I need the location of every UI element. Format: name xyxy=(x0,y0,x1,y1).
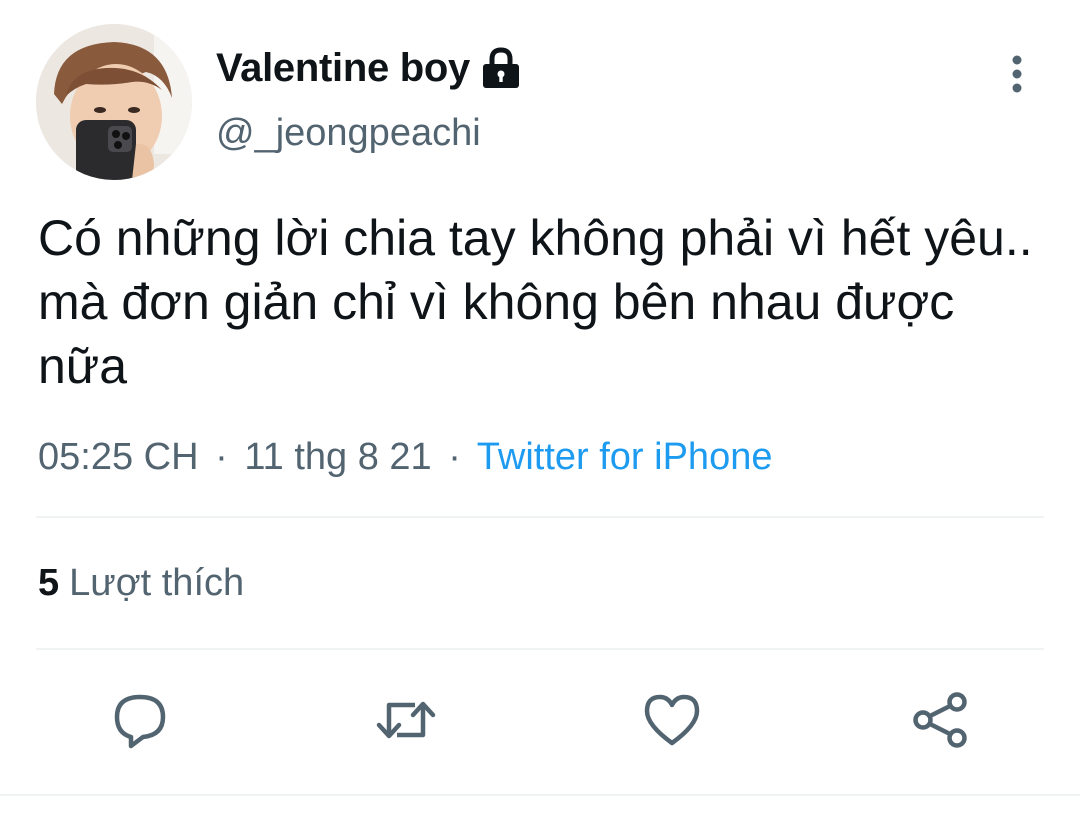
retweet-button[interactable] xyxy=(374,688,438,752)
avatar[interactable] xyxy=(36,24,192,180)
share-button[interactable] xyxy=(908,688,972,752)
share-icon xyxy=(913,692,967,748)
avatar-image xyxy=(36,24,192,180)
tweet-text: Có những lời chia tay không phải vì hết … xyxy=(38,210,1033,394)
tweet-date: 11 thg 8 21 xyxy=(244,436,432,478)
likes-row[interactable]: 5 Lượt thích xyxy=(38,562,244,605)
author-handle[interactable]: @_jeongpeachi xyxy=(216,112,481,155)
author-name-row[interactable]: Valentine boy xyxy=(216,44,522,92)
meta-separator: · xyxy=(215,436,228,478)
tweet-source-link[interactable]: Twitter for iPhone xyxy=(477,436,773,478)
meta-separator: · xyxy=(448,436,461,478)
divider xyxy=(36,516,1044,518)
reply-button[interactable] xyxy=(108,688,172,752)
likes-count: 5 xyxy=(38,562,60,604)
tweet-time: 05:25 CH xyxy=(38,436,199,478)
heart-icon xyxy=(644,694,700,746)
reply-icon xyxy=(114,694,166,749)
more-options-button[interactable] xyxy=(996,52,1038,96)
more-vertical-icon xyxy=(1012,55,1022,93)
retweet-icon xyxy=(376,701,436,739)
likes-label: Lượt thích xyxy=(69,562,245,604)
like-button[interactable] xyxy=(640,688,704,752)
divider xyxy=(0,794,1080,796)
display-name[interactable]: Valentine boy xyxy=(216,46,470,91)
tweet-meta: 05:25 CH · 11 thg 8 21 · Twitter for iPh… xyxy=(38,436,772,479)
divider xyxy=(36,648,1044,650)
lock-icon xyxy=(480,46,522,90)
